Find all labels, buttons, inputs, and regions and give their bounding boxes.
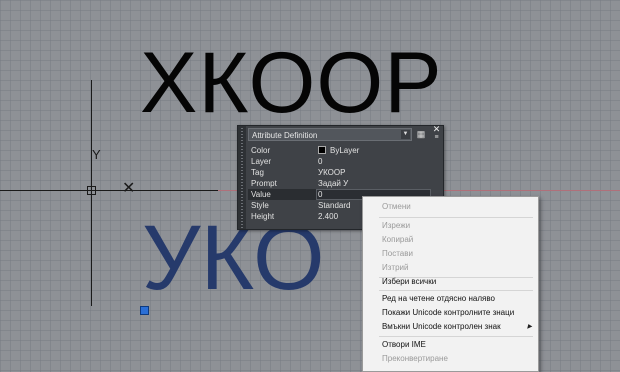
menu-item-label: Копирай xyxy=(382,235,414,244)
menu-item-label: Ред на четене отдясно наляво xyxy=(382,294,495,303)
ucs-x-axis xyxy=(0,190,218,191)
property-key: Color xyxy=(251,146,271,155)
object-type-select[interactable]: Attribute Definition ▼ xyxy=(248,128,412,141)
property-value: УКООР xyxy=(318,168,346,177)
menu-item-delete[interactable]: Изтрий xyxy=(363,261,538,275)
property-value: Standard xyxy=(318,201,351,210)
close-icon[interactable]: ✕ xyxy=(432,125,441,134)
property-key: Value xyxy=(251,190,271,199)
dropdown-arrow-icon[interactable]: ▼ xyxy=(401,130,410,139)
property-value: 0 xyxy=(318,190,323,199)
y-axis-label: Y xyxy=(92,147,101,162)
property-value-wrap: ByLayer xyxy=(318,145,359,156)
submenu-arrow-icon: ▶ xyxy=(527,324,532,330)
menu-item-rtl-reading-order[interactable]: Ред на четене отдясно наляво xyxy=(363,292,538,306)
property-row-prompt[interactable]: Prompt Задай У xyxy=(248,178,431,189)
property-key: Height xyxy=(251,212,275,221)
drawing-text-large[interactable]: ХКООР xyxy=(140,40,443,126)
object-type-label: Attribute Definition xyxy=(252,131,318,140)
menu-item-label: Избери всички xyxy=(382,277,437,286)
property-value: Задай У xyxy=(318,179,349,188)
property-key: Layer xyxy=(251,157,272,166)
property-row-color[interactable]: Color ByLayer xyxy=(248,145,431,156)
quick-select-icon[interactable]: ▦ xyxy=(416,129,426,139)
menu-item-label: Отвори IME xyxy=(382,340,426,349)
menu-item-label: Постави xyxy=(382,249,413,258)
menu-item-cut[interactable]: Изрежи xyxy=(363,219,538,233)
menu-item-select-all[interactable]: Избери всички xyxy=(363,275,538,289)
menu-item-label: Покажи Unicode контролните знаци xyxy=(382,308,515,317)
text-grip[interactable] xyxy=(140,306,149,315)
menu-separator xyxy=(379,336,533,337)
property-row-tag[interactable]: Tag УКООР xyxy=(248,167,431,178)
menu-item-undo[interactable]: Отмени xyxy=(363,200,538,214)
palette-drag-handle[interactable] xyxy=(238,126,246,229)
menu-item-show-unicode-control[interactable]: Покажи Unicode контролните знаци xyxy=(363,306,538,320)
menu-item-paste[interactable]: Постави xyxy=(363,247,538,261)
menu-separator xyxy=(379,217,533,218)
text-context-menu: Отмени Изрежи Копирай Постави Изтрий Изб… xyxy=(362,196,539,372)
menu-separator xyxy=(379,290,533,291)
options-icon[interactable]: ≡ xyxy=(432,134,441,141)
menu-item-copy[interactable]: Копирай xyxy=(363,233,538,247)
menu-item-insert-unicode-control[interactable]: Вмъкни Unicode контролен знак ▶ xyxy=(363,320,538,334)
property-value: 0 xyxy=(318,157,323,166)
property-value: 2.400 xyxy=(318,212,339,221)
menu-item-label: Изрежи xyxy=(382,221,411,230)
menu-item-reconversion[interactable]: Преконвертиране xyxy=(363,352,538,366)
menu-item-label: Вмъкни Unicode контролен знак xyxy=(382,322,501,331)
property-key: Tag xyxy=(251,168,264,177)
menu-item-label: Отмени xyxy=(382,202,411,211)
x-axis-marker-icon: ✕ xyxy=(122,180,136,197)
ucs-origin-box xyxy=(87,186,96,195)
property-key: Prompt xyxy=(251,179,277,188)
menu-item-label: Преконвертиране xyxy=(382,354,448,363)
property-key: Style xyxy=(251,201,269,210)
menu-item-open-ime[interactable]: Отвори IME xyxy=(363,338,538,352)
property-row-layer[interactable]: Layer 0 xyxy=(248,156,431,167)
menu-item-label: Изтрий xyxy=(382,263,409,272)
color-swatch xyxy=(318,146,326,154)
property-value: ByLayer xyxy=(330,146,360,155)
